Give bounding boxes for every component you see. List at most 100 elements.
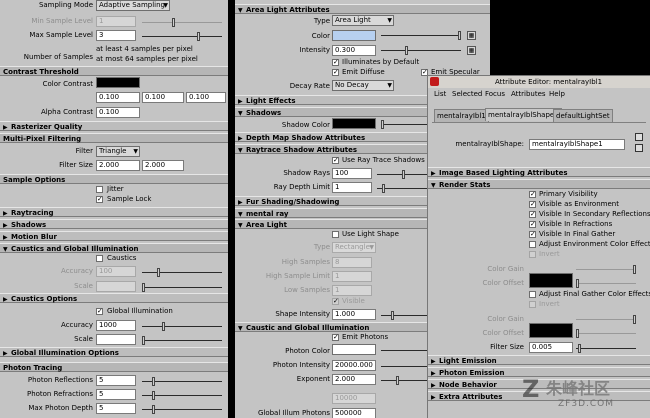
sample-lock-checkbox[interactable]: ✓	[96, 196, 103, 203]
shadow-color-swatch[interactable]	[332, 118, 376, 129]
menu-list[interactable]: List	[434, 89, 446, 100]
high-samples-field[interactable]: 8	[332, 257, 372, 268]
primary-visibility-checkbox[interactable]: ✓	[529, 191, 536, 198]
menu-selected[interactable]: Selected	[452, 89, 482, 100]
tab-defaultlightset[interactable]: defaultLightSet	[553, 109, 613, 122]
motion-blur-header[interactable]: ▶ Motion Blur	[0, 231, 228, 241]
adjust-env-color-checkbox[interactable]	[529, 241, 536, 248]
gi-scale-field[interactable]	[96, 334, 136, 345]
gi-options-header[interactable]: ▶ Global Illumination Options	[0, 347, 228, 357]
use-raytrace-shadows-checkbox[interactable]: ✓	[332, 157, 339, 164]
shadows-header[interactable]: ▶ Shadows	[0, 219, 228, 229]
intensity-map-button[interactable]: ▦	[467, 46, 476, 55]
caustics-options-header[interactable]: ▶ Caustics Options	[0, 293, 228, 303]
fg-color-offset-slider[interactable]	[576, 329, 636, 338]
presets-icon[interactable]	[635, 144, 643, 152]
multi-pixel-filtering-header[interactable]: Multi-Pixel Filtering	[0, 133, 228, 143]
visible-refractions-checkbox[interactable]: ✓	[529, 221, 536, 228]
menu-attributes[interactable]: Attributes	[511, 89, 546, 100]
photon-tracing-header[interactable]: Photon Tracing	[0, 362, 228, 372]
contrast-threshold-header[interactable]: Contrast Threshold	[0, 66, 228, 76]
mr-type-dropdown[interactable]: Rectangle ▼	[332, 242, 376, 253]
high-sample-limit-field[interactable]: 1	[332, 271, 372, 282]
use-light-shape-checkbox[interactable]	[332, 231, 339, 238]
photon-refractions-slider[interactable]	[142, 391, 222, 400]
tab-mentalrayiblshape1[interactable]: mentalrayIblShape1	[485, 108, 562, 121]
ibl-attributes-header[interactable]: ▶ Image Based Lighting Attributes	[428, 167, 650, 177]
area-light-attributes-header[interactable]: ▼ Area Light Attributes	[235, 4, 490, 14]
shape-name-field[interactable]: mentalrayIblShape1	[529, 139, 625, 150]
illuminates-default-checkbox[interactable]: ✓	[332, 59, 339, 66]
shape-intensity-field[interactable]: 1.000	[332, 309, 376, 320]
rasterizer-quality-header[interactable]: ▶ Rasterizer Quality	[0, 121, 228, 131]
filter-size-slider[interactable]	[576, 344, 636, 353]
color-map-button[interactable]: ▦	[467, 31, 476, 40]
adjust-fg-color-checkbox[interactable]	[529, 291, 536, 298]
caustic-photons-field[interactable]: 10000	[332, 393, 376, 404]
alpha-contrast-field[interactable]: 0.100	[96, 107, 140, 118]
sample-options-header[interactable]: Sample Options	[0, 174, 228, 184]
visible-final-gather-checkbox[interactable]: ✓	[529, 231, 536, 238]
gi-checkbox[interactable]: ✓	[96, 308, 103, 315]
sampling-mode-dropdown[interactable]: Adaptive Sampling ▼	[96, 0, 170, 11]
raytracing-header[interactable]: ▶ Raytracing	[0, 207, 228, 217]
photon-reflections-field[interactable]: 5	[96, 375, 136, 386]
min-sample-field[interactable]: 1	[96, 16, 136, 27]
max-sample-field[interactable]: 3	[96, 30, 136, 41]
filter-size-x[interactable]: 2.000	[96, 160, 140, 171]
color-contrast-swatch[interactable]	[96, 77, 140, 88]
title-bar[interactable]: Attribute Editor: mentalrayIbl1	[428, 76, 650, 88]
gi-scale-slider[interactable]	[142, 336, 222, 345]
jitter-checkbox[interactable]	[96, 186, 103, 193]
caustic-accuracy-slider[interactable]	[142, 268, 222, 277]
env-color-gain-slider[interactable]	[576, 265, 636, 274]
caustic-scale-field[interactable]	[96, 281, 136, 292]
emit-photons-checkbox[interactable]: ✓	[332, 334, 339, 341]
caustic-scale-slider[interactable]	[142, 283, 222, 292]
global-illum-photons-field[interactable]: 500000	[332, 408, 376, 418]
color-contrast-g[interactable]: 0.100	[142, 92, 184, 103]
intensity-slider[interactable]	[381, 46, 461, 55]
caustics-gi-header[interactable]: ▼ Caustics and Global Illumination	[0, 243, 228, 253]
min-sample-slider[interactable]	[142, 18, 222, 27]
light-type-dropdown[interactable]: Area Light ▼	[332, 15, 394, 26]
render-stats-header[interactable]: ▼ Render Stats	[428, 179, 650, 189]
max-photon-depth-slider[interactable]	[142, 405, 222, 414]
light-emission-header[interactable]: ▶ Light Emission	[428, 355, 650, 365]
photon-color-swatch[interactable]	[332, 344, 376, 355]
color-contrast-b[interactable]: 0.100	[186, 92, 226, 103]
caustic-accuracy-field[interactable]: 100	[96, 266, 136, 277]
shadow-rays-field[interactable]: 100	[332, 168, 372, 179]
env-color-offset-swatch[interactable]	[529, 273, 573, 288]
visible-secondary-checkbox[interactable]: ✓	[529, 211, 536, 218]
light-color-swatch[interactable]	[332, 30, 376, 41]
gi-accuracy-slider[interactable]	[142, 322, 222, 331]
fg-color-gain-slider[interactable]	[576, 315, 636, 324]
color-contrast-r[interactable]: 0.100	[96, 92, 140, 103]
photon-reflections-slider[interactable]	[142, 377, 222, 386]
color-slider[interactable]	[381, 31, 461, 40]
exponent-field[interactable]: 2.000	[332, 374, 376, 385]
focus-icon[interactable]	[635, 133, 643, 141]
fg-invert-checkbox[interactable]	[529, 301, 536, 308]
visible-checkbox[interactable]: ✓	[332, 298, 339, 305]
env-invert-checkbox[interactable]	[529, 251, 536, 258]
intensity-field[interactable]: 0.300	[332, 45, 376, 56]
photon-refractions-field[interactable]: 5	[96, 389, 136, 400]
filter-size-field[interactable]: 0.005	[529, 342, 573, 353]
caustics-checkbox[interactable]	[96, 255, 103, 262]
decay-rate-dropdown[interactable]: No Decay ▼	[332, 80, 394, 91]
max-sample-slider[interactable]	[142, 32, 222, 41]
max-photon-depth-field[interactable]: 5	[96, 403, 136, 414]
visible-as-environment-checkbox[interactable]: ✓	[529, 201, 536, 208]
menu-help[interactable]: Help	[549, 89, 565, 100]
filter-dropdown[interactable]: Triangle ▼	[96, 146, 140, 157]
ray-depth-field[interactable]: 1	[332, 182, 372, 193]
filter-size-y[interactable]: 2.000	[142, 160, 184, 171]
photon-intensity-field[interactable]: 20000.000	[332, 360, 376, 371]
low-samples-field[interactable]: 1	[332, 285, 372, 296]
gi-accuracy-field[interactable]: 1000	[96, 320, 136, 331]
tab-mentalrayibl1[interactable]: mentalrayIbl1	[434, 109, 489, 122]
menu-focus[interactable]: Focus	[485, 89, 505, 100]
env-color-offset-slider[interactable]	[576, 279, 636, 288]
